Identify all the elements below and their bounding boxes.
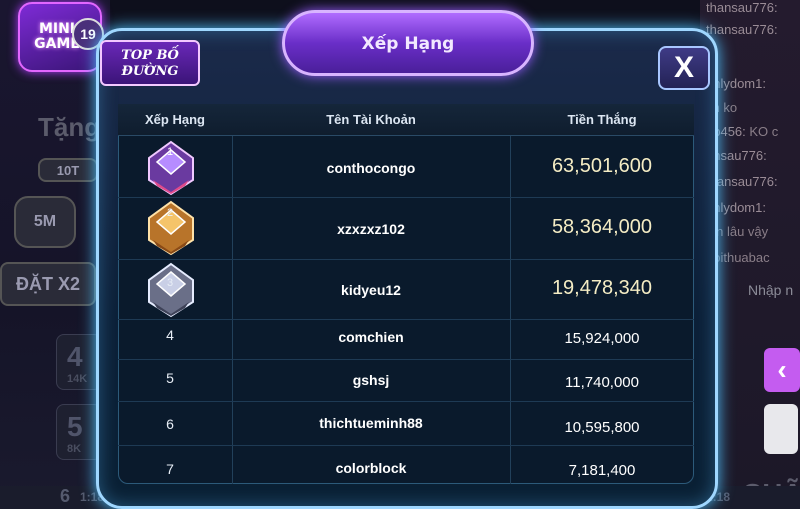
rank-number: 3 xyxy=(166,277,174,289)
account-name: conthocongo xyxy=(326,160,416,176)
chat-input[interactable]: Nhập n xyxy=(748,282,793,298)
dialog-title: Xếp Hạng xyxy=(361,34,455,54)
winnings-value: 7,181,400 xyxy=(568,462,636,479)
column-header-winnings: Tiền Thắng xyxy=(567,112,637,127)
account-name: comchien xyxy=(338,329,404,345)
left-cell-big: 4 xyxy=(67,341,83,372)
rank-number: 1 xyxy=(166,146,174,158)
account-name: kidyeu12 xyxy=(341,282,401,298)
winnings-value: 19,478,340 xyxy=(551,277,653,299)
chip-5m-button[interactable]: 5M xyxy=(14,196,76,248)
left-promo-sub: 10T xyxy=(38,158,98,182)
winnings-value: 63,501,600 xyxy=(551,155,653,177)
account-name: thichtueminh88 xyxy=(319,415,423,431)
bottom-number: 6 xyxy=(60,486,71,506)
dice-icon[interactable] xyxy=(764,404,798,454)
left-cell-big: 5 xyxy=(67,411,83,442)
winnings-value: 15,924,000 xyxy=(564,330,640,347)
account-name: xzxzxz102 xyxy=(337,221,405,237)
winnings-value: 58,364,000 xyxy=(551,216,653,238)
account-name: colorblock xyxy=(335,460,407,476)
bet-x2-button[interactable]: ĐẶT X2 xyxy=(0,262,96,306)
close-icon: X xyxy=(673,51,694,84)
rank-number: 2 xyxy=(166,207,174,219)
account-name: gshsj xyxy=(352,372,390,388)
column-header-account: Tên Tài Khoản xyxy=(326,112,416,127)
rank-3-medal-icon xyxy=(148,262,194,318)
chat-line: thansau776: xyxy=(706,22,778,37)
rank-number: 4 xyxy=(166,327,174,343)
winnings-value: 11,740,000 xyxy=(565,374,639,391)
left-promo-text: Tặng xyxy=(38,112,101,142)
column-header-rank: Xếp Hạng xyxy=(145,112,205,127)
rank-number: 6 xyxy=(166,416,174,432)
arrow-left-icon[interactable]: ‹ xyxy=(764,348,800,392)
rank-number: 5 xyxy=(166,370,174,386)
chat-line: thansau776: xyxy=(706,0,778,15)
close-button[interactable]: X xyxy=(658,46,710,90)
rank-number: 7 xyxy=(166,461,174,477)
winnings-value: 10,595,800 xyxy=(564,419,640,436)
top-tag-button[interactable]: TOP BỐ ĐƯỜNG xyxy=(100,40,200,86)
